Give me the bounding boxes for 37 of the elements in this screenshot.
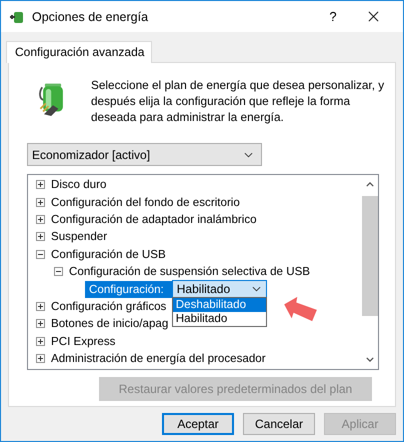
tree-item[interactable]: PCI Express xyxy=(51,334,116,348)
expand-icon[interactable] xyxy=(36,232,45,242)
window-title: Opciones de energía xyxy=(32,10,150,24)
plan-dropdown[interactable]: Economizador [activo] xyxy=(27,143,262,166)
scroll-down-icon[interactable] xyxy=(366,357,374,362)
tree-item[interactable]: Configuración de USB xyxy=(51,248,166,261)
collapse-icon[interactable] xyxy=(54,267,63,276)
tree-item[interactable]: Administración de energía del procesador xyxy=(51,352,266,366)
collapse-icon[interactable] xyxy=(36,250,45,259)
dialog-button[interactable]: Aceptar xyxy=(162,413,234,435)
setting-label: Configuración: xyxy=(85,280,172,298)
tree-item[interactable]: Configuración de suspensión selectiva de USB xyxy=(69,265,310,278)
chevron-icon xyxy=(252,286,261,292)
expand-icon[interactable] xyxy=(36,336,45,346)
description-text: Seleccione el plan de energía que desea personalizar, y después elija la configuración que refleje la forma deseada para administrar la energía. xyxy=(91,77,386,125)
tree-item[interactable]: Botones de inicio/apag xyxy=(51,317,168,330)
tree-item[interactable]: Configuración de adaptador inalámbrico xyxy=(51,212,257,226)
scroll-up-icon[interactable] xyxy=(366,182,374,187)
expand-icon[interactable] xyxy=(36,354,45,364)
expand-icon[interactable] xyxy=(36,198,45,207)
expand-icon[interactable] xyxy=(36,319,45,328)
scrollbar-thumb[interactable] xyxy=(362,196,378,316)
tree-item[interactable]: Configuración gráficos xyxy=(51,300,166,313)
expand-icon[interactable] xyxy=(36,302,45,311)
dialog-button[interactable]: Cancelar xyxy=(243,413,315,435)
help-button[interactable]: ? xyxy=(310,9,356,24)
close-icon[interactable] xyxy=(368,11,379,22)
tree-item[interactable]: Configuración del fondo de escritorio xyxy=(51,196,240,209)
dropdown-option[interactable]: Deshabilitado xyxy=(172,298,266,312)
expand-icon[interactable] xyxy=(36,214,45,224)
setting-dropdown[interactable]: Habilitado xyxy=(172,280,267,298)
expand-icon[interactable] xyxy=(36,180,45,190)
tree-item[interactable]: Suspender xyxy=(51,230,108,244)
tab[interactable]: Configuración avanzada xyxy=(6,41,152,63)
dropdown-option[interactable]: Habilitado xyxy=(172,312,266,326)
tree-item[interactable]: Disco duro xyxy=(51,178,106,192)
chevron-icon xyxy=(244,152,253,158)
